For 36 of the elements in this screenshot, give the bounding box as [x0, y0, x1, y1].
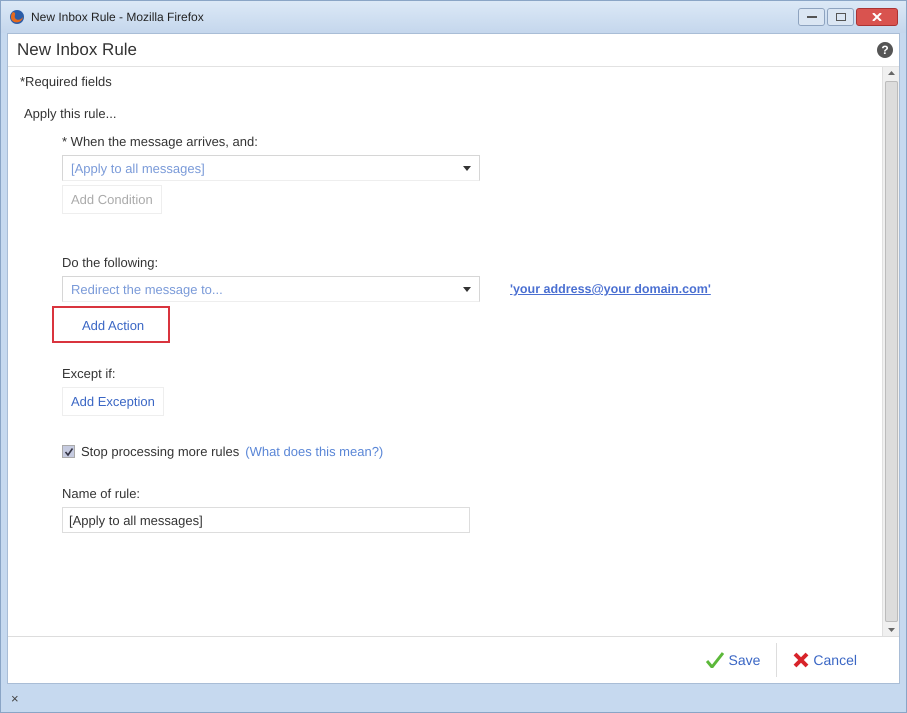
condition-dropdown[interactable]: [Apply to all messages]: [62, 155, 480, 181]
scroll-down-icon[interactable]: [888, 628, 894, 632]
section-label: Apply this rule...: [24, 105, 118, 123]
maximize-button[interactable]: [827, 8, 854, 26]
save-button[interactable]: Save: [704, 650, 762, 670]
cancel-button[interactable]: Cancel: [791, 650, 859, 670]
rule-name-field[interactable]: [Apply to all messages]: [62, 507, 470, 533]
browser-icon: [9, 9, 25, 25]
maximize-icon: [836, 13, 846, 21]
action-label: Do the following:: [62, 254, 158, 272]
scroll-thumb[interactable]: [884, 81, 898, 622]
minimize-button[interactable]: [798, 8, 825, 26]
scroll-up-icon[interactable]: [888, 71, 894, 75]
address-link[interactable]: 'your address@your domain.com': [510, 282, 711, 296]
cross-icon: [793, 652, 810, 668]
help-link[interactable]: (What does this mean?): [245, 444, 384, 459]
action-dropdown[interactable]: Redirect the message to...: [62, 276, 480, 302]
caret-icon: [463, 286, 471, 292]
checkbox-label: Stop processing more rules: [81, 444, 240, 459]
minimize-icon: [806, 15, 816, 19]
exception-label: Except if:: [62, 365, 116, 383]
add-action-button[interactable]: Add Action: [52, 306, 170, 343]
close-status-button[interactable]: ×: [11, 690, 19, 706]
window-title: New Inbox Rule - Mozilla Firefox: [31, 10, 205, 24]
stop-processing-checkbox[interactable]: [62, 445, 75, 458]
condition-label: * When the message arrives, and:: [62, 133, 258, 151]
close-icon: [872, 13, 882, 21]
scrollbar[interactable]: [882, 67, 899, 636]
rule-name-label: Name of rule:: [62, 485, 140, 503]
help-button[interactable]: ?: [877, 42, 893, 58]
caret-icon: [463, 166, 471, 170]
close-button[interactable]: [856, 8, 898, 26]
required-note: *Required fields: [20, 73, 113, 91]
checkmark-icon: [706, 652, 724, 668]
add-exception-button[interactable]: Add Exception: [62, 387, 164, 416]
dialog-title: New Inbox Rule: [17, 40, 138, 60]
